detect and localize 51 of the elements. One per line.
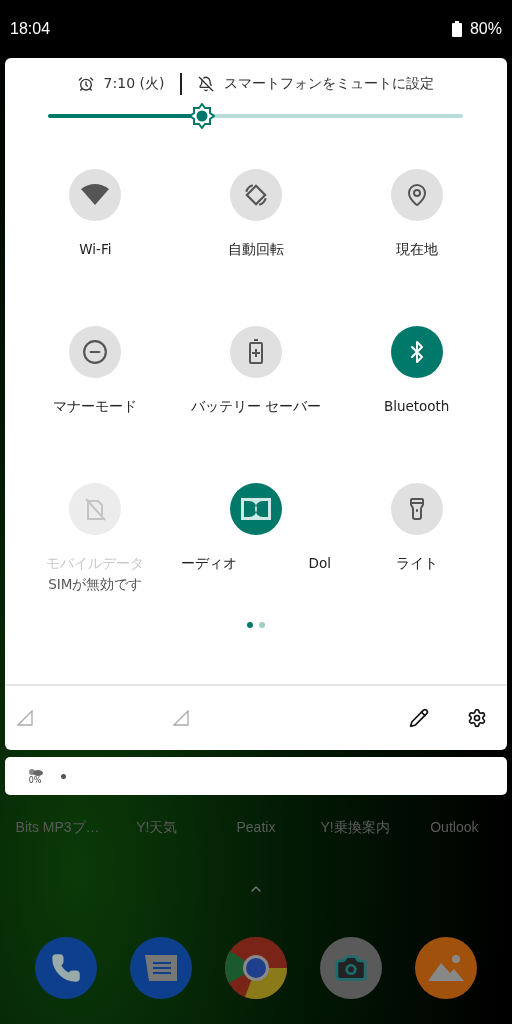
brightness-thumb[interactable] (188, 103, 215, 129)
tile-toggle[interactable] (69, 326, 122, 378)
tile-toggle[interactable] (390, 169, 443, 221)
wifi-icon (80, 183, 111, 207)
ringer-status[interactable]: スマートフォンをミュートに設定 (224, 75, 435, 93)
app-label[interactable]: Y!天気 (108, 819, 205, 837)
app-label[interactable]: Peatix (207, 819, 304, 837)
tile-label: Wi-Fi (79, 241, 112, 257)
separator-dot (61, 773, 66, 779)
bell-off-icon (198, 76, 215, 92)
battery-percentage: 80% (469, 20, 502, 38)
page-dot[interactable] (259, 622, 265, 628)
tile-label: ライト (395, 555, 438, 573)
mountain-icon (428, 953, 465, 983)
app-label[interactable]: Bits MP3プ… (9, 819, 106, 837)
tile-label: 自動回転 (228, 241, 284, 259)
precipitation-chance: 0% (28, 775, 42, 785)
tile-label: ーディオ (181, 555, 237, 573)
tile-label: マナーモード (53, 398, 138, 416)
brightness-slider[interactable] (48, 103, 463, 129)
rotate-icon (243, 182, 269, 208)
signal-icon (173, 710, 189, 726)
alarm-time[interactable]: 7:10 (火) (103, 75, 165, 93)
battery-icon (451, 21, 462, 37)
tile-toggle[interactable] (390, 483, 443, 535)
minus-circle-icon (82, 339, 109, 365)
dock-app-icon[interactable] (224, 937, 287, 999)
tile-toggle[interactable] (390, 326, 443, 378)
battery-plus-icon (248, 339, 264, 365)
page-dot[interactable] (247, 622, 253, 628)
app-label[interactable]: Y!乗換案内 (307, 819, 404, 837)
chrome-icon (224, 937, 287, 999)
app-label[interactable]: Outlook (406, 819, 503, 837)
double-d-icon (241, 498, 271, 520)
tile-toggle[interactable] (230, 169, 282, 221)
no-sim-icon (84, 497, 107, 521)
tile-toggle[interactable] (230, 326, 282, 378)
notification-card[interactable]: 0% (5, 757, 507, 795)
tile-label: 現在地 (395, 241, 438, 259)
message-icon (142, 953, 179, 983)
tile-toggle[interactable] (69, 169, 122, 221)
signal-icon (17, 710, 33, 726)
phone-icon (50, 953, 81, 983)
tile-label: バッテリー セーバー (190, 398, 322, 416)
clock: 18:04 (10, 20, 51, 38)
tile-label: Bluetooth (383, 398, 450, 414)
weather-icon (27, 767, 43, 776)
tile-status: SIMが無効です (48, 576, 143, 594)
alarm-icon (77, 76, 94, 92)
tile-label: Dol (308, 555, 331, 573)
tile-toggle[interactable] (230, 483, 282, 535)
